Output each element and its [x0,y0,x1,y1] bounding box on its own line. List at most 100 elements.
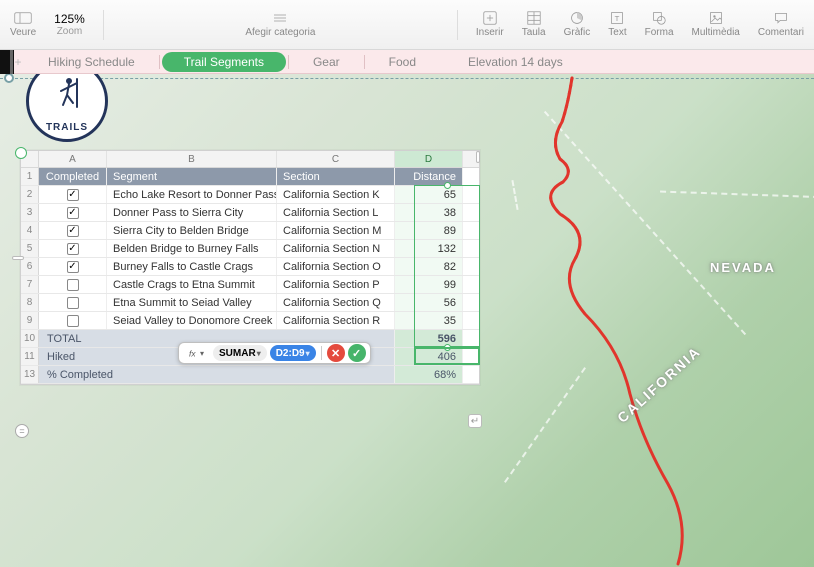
row-header[interactable]: 7 [21,276,39,293]
cell-completed[interactable] [39,276,107,293]
table-row[interactable]: 7 Castle Crags to Etna SummitCalifornia S… [21,276,479,294]
checkbox[interactable] [67,261,79,273]
add-category-button[interactable]: Afegir categoria [245,11,315,38]
checkbox[interactable] [67,207,79,219]
selection-handle[interactable] [444,344,451,351]
cell-distance[interactable]: 132 [395,240,463,257]
footer-value[interactable]: 406 [395,348,463,365]
comment-button[interactable]: Comentari [758,11,804,38]
cell-distance[interactable]: 35 [395,312,463,329]
cell-segment[interactable]: Burney Falls to Castle Crags [107,258,277,275]
cell-section[interactable]: California Section K [277,186,395,203]
cell-section[interactable]: California Section P [277,276,395,293]
cell-completed[interactable] [39,222,107,239]
row-header[interactable]: 5 [21,240,39,257]
footer-value[interactable]: 68% [395,366,463,383]
table-button[interactable]: Taula [522,11,546,38]
table-return-handle[interactable]: ↵ [468,414,482,428]
view-button[interactable]: Veure [10,11,36,38]
range-token[interactable]: D2:D9▾ [270,345,316,361]
column-header-b[interactable]: B [107,151,277,167]
add-sheet-button[interactable]: + [10,55,26,69]
checkbox[interactable] [67,279,79,291]
column-header-a[interactable]: A [39,151,107,167]
table-row[interactable]: 3 Donner Pass to Sierra CityCalifornia Se… [21,204,479,222]
footer-value[interactable]: 596 [395,330,463,347]
cell-section[interactable]: California Section M [277,222,395,239]
cell-segment[interactable]: Belden Bridge to Burney Falls [107,240,277,257]
confirm-button[interactable]: ✓ [348,344,366,362]
cell-completed[interactable] [39,312,107,329]
cell-section[interactable]: California Section Q [277,294,395,311]
cell-completed[interactable] [39,258,107,275]
shape-button[interactable]: Forma [645,11,674,38]
checkbox[interactable] [67,225,79,237]
cell-distance[interactable]: 56 [395,294,463,311]
sheet-tab[interactable]: Hiking Schedule [26,52,157,72]
cell-segment[interactable]: Donner Pass to Sierra City [107,204,277,221]
table-row[interactable]: 6 Burney Falls to Castle CragsCalifornia … [21,258,479,276]
row-header[interactable]: 11 [21,348,39,365]
cell-distance[interactable]: 99 [395,276,463,293]
header-segment: Segment [107,168,277,185]
row-header[interactable]: 10 [21,330,39,347]
cell-completed[interactable] [39,294,107,311]
table-footer-ring[interactable]: = [15,424,29,438]
row-header[interactable]: 9 [21,312,39,329]
formula-editor[interactable]: fx ▾ SUMAR▾ D2:D9▾ ✕ ✓ [178,342,371,364]
row-header[interactable]: 6 [21,258,39,275]
checkbox[interactable] [67,189,79,201]
cell-section[interactable]: California Section N [277,240,395,257]
cell-section[interactable]: California Section O [277,258,395,275]
row-header[interactable]: 8 [21,294,39,311]
table-row[interactable]: 8 Etna Summit to Seiad ValleyCalifornia S… [21,294,479,312]
table-row[interactable]: 13% Completed68% [21,366,479,384]
insert-button[interactable]: Inserir [476,11,504,38]
canvas[interactable]: NEVADA CALIFORNIA TRAILS A B C D 1Comple… [0,74,814,567]
row-header[interactable]: 1 [21,168,39,185]
sheet-tab[interactable]: Food [367,52,438,72]
table-row[interactable]: 5 Belden Bridge to Burney FallsCalifornia… [21,240,479,258]
cell-completed[interactable] [39,240,107,257]
column-resize-handle[interactable] [476,151,480,163]
row-header[interactable]: 3 [21,204,39,221]
selection-handle[interactable] [444,182,451,189]
cell-segment[interactable]: Sierra City to Belden Bridge [107,222,277,239]
cancel-button[interactable]: ✕ [327,344,345,362]
table-row[interactable]: 1CompletedSegmentSectionDistance [21,168,479,186]
cell-distance[interactable]: 82 [395,258,463,275]
cell-completed[interactable] [39,186,107,203]
cell-segment[interactable]: Castle Crags to Etna Summit [107,276,277,293]
table-row[interactable]: 9 Seiad Valley to Donomore CreekCaliforni… [21,312,479,330]
sheet-tab[interactable]: Trail Segments [162,52,286,72]
cell-segment[interactable]: Echo Lake Resort to Donner Pass [107,186,277,203]
column-header-c[interactable]: C [277,151,395,167]
table-row[interactable]: 2 Echo Lake Resort to Donner PassCaliforn… [21,186,479,204]
cell-segment[interactable]: Etna Summit to Seiad Valley [107,294,277,311]
table-row[interactable]: 4 Sierra City to Belden BridgeCalifornia … [21,222,479,240]
zoom-control[interactable]: 125% Zoom [54,12,85,37]
fx-menu[interactable]: fx ▾ [183,345,210,361]
text-button[interactable]: T Text [608,11,626,38]
cell-distance[interactable]: 65 [395,186,463,203]
row-header[interactable]: 4 [21,222,39,239]
column-header-d[interactable]: D [395,151,463,167]
table-select-ring[interactable] [15,147,27,159]
guide-handle[interactable] [4,74,14,83]
row-header[interactable]: 2 [21,186,39,203]
function-token[interactable]: SUMAR▾ [213,345,267,361]
checkbox[interactable] [67,315,79,327]
media-button[interactable]: Multimèdia [692,11,740,38]
cell-segment[interactable]: Seiad Valley to Donomore Creek [107,312,277,329]
cell-section[interactable]: California Section R [277,312,395,329]
checkbox[interactable] [67,243,79,255]
cell-distance[interactable]: 38 [395,204,463,221]
cell-section[interactable]: California Section L [277,204,395,221]
row-resize-handle[interactable] [12,256,24,260]
sheet-tab[interactable]: Gear [291,52,362,72]
cell-distance[interactable]: 89 [395,222,463,239]
cell-completed[interactable] [39,204,107,221]
checkbox[interactable] [67,297,79,309]
row-header[interactable]: 13 [21,366,39,383]
chart-button[interactable]: Gràfic [564,11,591,38]
